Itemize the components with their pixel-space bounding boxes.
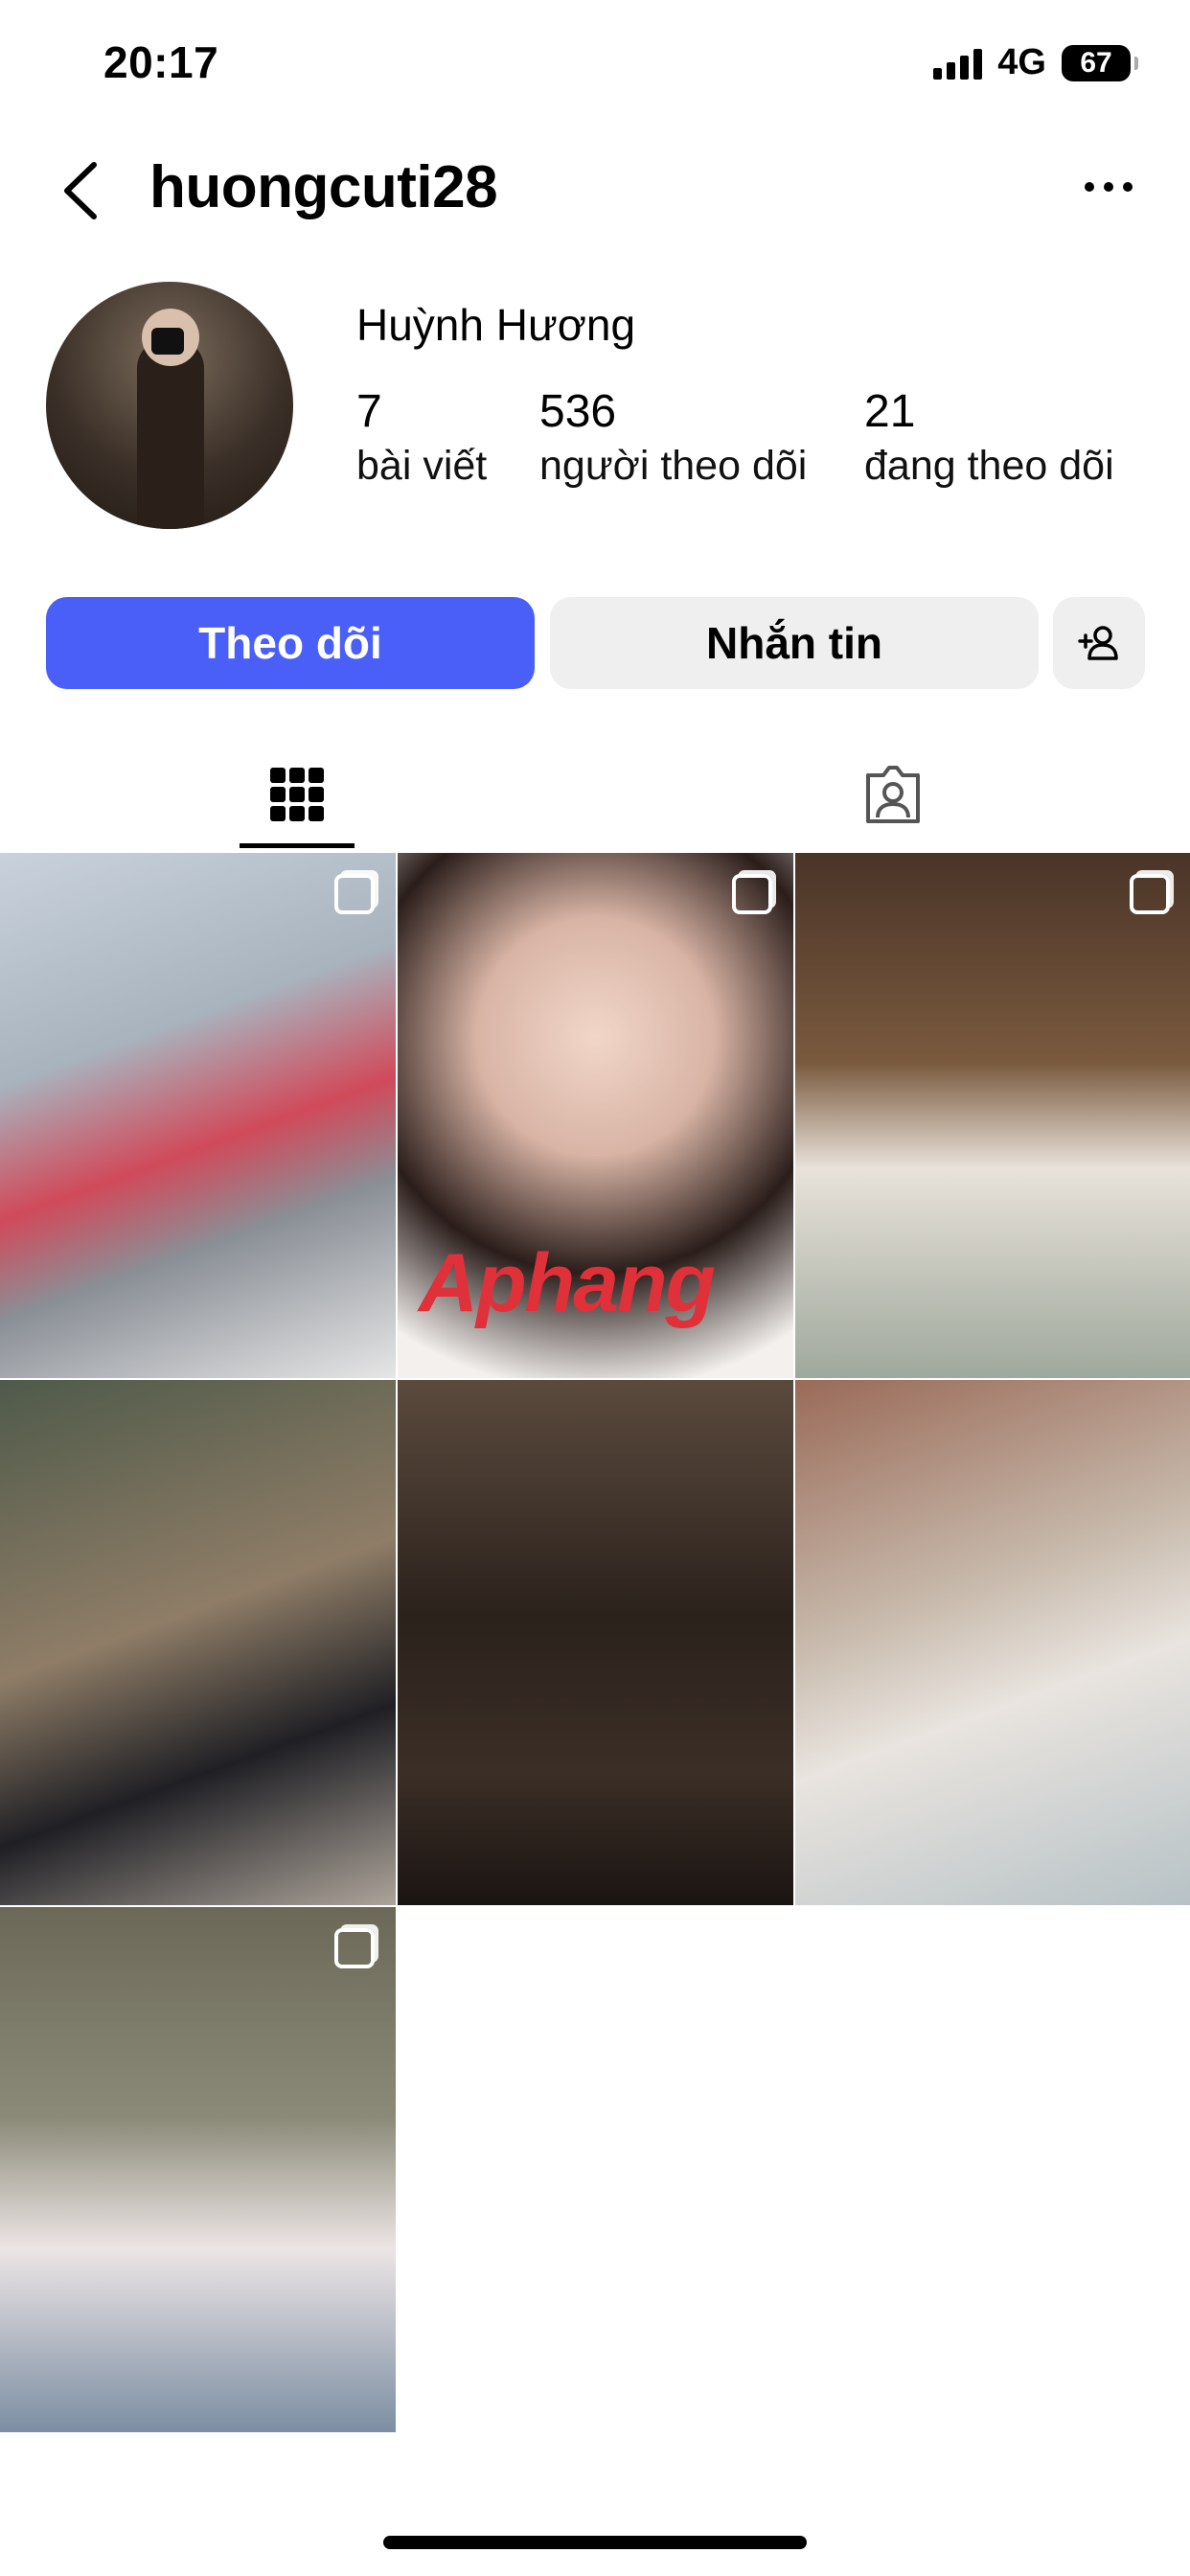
follow-button[interactable]: Theo dõi	[46, 597, 535, 689]
posts-label: bài viết	[356, 443, 488, 489]
status-icons: 4G 67	[933, 42, 1138, 83]
post-thumbnail[interactable]	[0, 1907, 396, 2432]
more-options-icon[interactable]	[1085, 172, 1138, 201]
following-label: đang theo dõi	[864, 443, 1114, 489]
carousel-icon	[732, 874, 772, 914]
profile-full-name: Huỳnh Hương	[356, 300, 636, 350]
active-tab-indicator	[240, 843, 355, 848]
stat-posts: 7 bài viết	[356, 385, 487, 493]
post-thumbnail[interactable]	[795, 853, 1190, 1378]
suggest-users-button[interactable]	[1053, 597, 1145, 689]
status-time: 20:17	[103, 37, 219, 87]
followers-label: người theo dõi	[539, 443, 808, 489]
following-count: 21	[864, 386, 916, 437]
avatar[interactable]	[46, 282, 293, 529]
post-thumbnail[interactable]	[0, 1380, 396, 1905]
posts-count: 7	[356, 386, 382, 437]
network-type: 4G	[997, 42, 1046, 82]
back-icon[interactable]	[59, 161, 102, 220]
post-thumbnail[interactable]: Aphang	[398, 853, 793, 1378]
stat-following[interactable]: 21 đang theo dõi	[864, 385, 1114, 493]
grid-icon	[270, 768, 324, 821]
tab-tagged[interactable]	[835, 738, 950, 851]
posts-grid: Aphang	[0, 853, 1190, 2432]
followers-count: 536	[539, 386, 617, 437]
watermark-label: Aphang	[419, 1237, 716, 1329]
post-thumbnail[interactable]	[398, 1380, 793, 1905]
carousel-icon	[1130, 874, 1170, 914]
profile-username: huongcuti28	[149, 154, 498, 220]
carousel-icon	[334, 1928, 375, 1968]
tagged-icon	[866, 766, 920, 823]
post-thumbnail[interactable]	[795, 1380, 1190, 1905]
post-thumbnail[interactable]	[0, 853, 396, 1378]
add-person-icon	[1078, 626, 1118, 660]
carousel-icon	[334, 874, 375, 914]
watermark-text: Aphang	[419, 1236, 716, 1331]
signal-icon	[933, 47, 983, 80]
battery-icon: 67	[1062, 44, 1138, 81]
tab-posts-grid[interactable]	[240, 738, 355, 851]
home-indicator[interactable]	[383, 2536, 807, 2549]
message-button[interactable]: Nhắn tin	[550, 597, 1039, 689]
stat-followers[interactable]: 536 người theo dõi	[539, 385, 807, 493]
